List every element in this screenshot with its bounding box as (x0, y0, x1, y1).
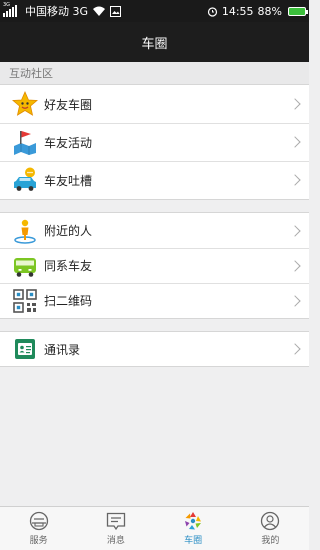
menu-item-contacts[interactable]: 通讯录 (0, 332, 309, 366)
bottom-tab-bar: 服务 消息 车圈 我的 (0, 506, 309, 550)
tab-profile[interactable]: 我的 (232, 507, 309, 550)
bus-icon (12, 253, 38, 279)
menu-item-label: 好友车圈 (44, 97, 93, 112)
menu-item-activities[interactable]: 车友活动 (0, 123, 309, 161)
signal-icon: 3G (3, 2, 17, 17)
menu-item-scan-qr[interactable]: 扫二维码 (0, 283, 309, 318)
menu-group-contacts: 通讯录 (0, 331, 309, 367)
menu-item-same-car[interactable]: 同系车友 (0, 248, 309, 283)
service-icon (29, 511, 48, 531)
menu-item-friends-circle[interactable]: 好友车圈 (0, 85, 309, 123)
chevron-right-icon (289, 224, 301, 237)
battery-label: 88% (257, 4, 282, 18)
menu-group-community: 好友车圈 车友活动 车友吐槽 (0, 84, 309, 200)
battery-icon (288, 6, 308, 16)
flag-map-icon (12, 129, 38, 155)
tab-messages[interactable]: 消息 (77, 507, 154, 550)
chevron-right-icon (289, 174, 301, 186)
menu-item-label: 同系车友 (44, 259, 93, 273)
section-label: 互动社区 (9, 67, 53, 80)
status-bar: 3G 中国移动 3G 14:55 88% (0, 0, 309, 22)
chevron-right-icon (289, 343, 301, 355)
section-header: 互动社区 (0, 62, 309, 84)
menu-item-label: 车友活动 (44, 135, 93, 150)
star-face-icon (12, 91, 38, 117)
title-bar: 车圈 (0, 22, 309, 62)
chevron-right-icon (289, 294, 301, 307)
contacts-icon (12, 336, 38, 362)
car-circle-icon (185, 512, 202, 530)
chat-car-icon (12, 167, 38, 193)
chevron-right-icon (289, 98, 301, 110)
chevron-right-icon (289, 136, 301, 148)
location-person-icon (12, 218, 38, 244)
menu-group-discover: 附近的人 同系车友 扫二维码 (0, 212, 309, 319)
wifi-icon (93, 6, 106, 16)
menu-item-label: 扫二维码 (44, 294, 93, 308)
alarm-icon (207, 6, 217, 17)
time-label: 14:55 (221, 4, 254, 18)
menu-item-label: 车友吐槽 (44, 173, 93, 188)
tab-label: 车圈 (184, 536, 203, 546)
tab-label: 服务 (29, 536, 48, 546)
qr-code-icon (12, 288, 38, 314)
image-icon (110, 5, 122, 17)
menu-item-complaints[interactable]: 车友吐槽 (0, 161, 309, 199)
tab-car-circle[interactable]: 车圈 (155, 507, 232, 550)
page-title: 车圈 (141, 36, 168, 52)
profile-icon (261, 511, 280, 531)
chevron-right-icon (289, 259, 301, 272)
carrier-label: 中国移动 3G (25, 5, 89, 18)
menu-item-nearby[interactable]: 附近的人 (0, 213, 309, 248)
menu-item-label: 通讯录 (44, 342, 81, 357)
message-icon (106, 512, 126, 531)
tab-label: 消息 (106, 536, 125, 546)
tab-label: 我的 (261, 536, 280, 546)
tab-service[interactable]: 服务 (0, 507, 77, 550)
menu-item-label: 附近的人 (44, 224, 93, 238)
